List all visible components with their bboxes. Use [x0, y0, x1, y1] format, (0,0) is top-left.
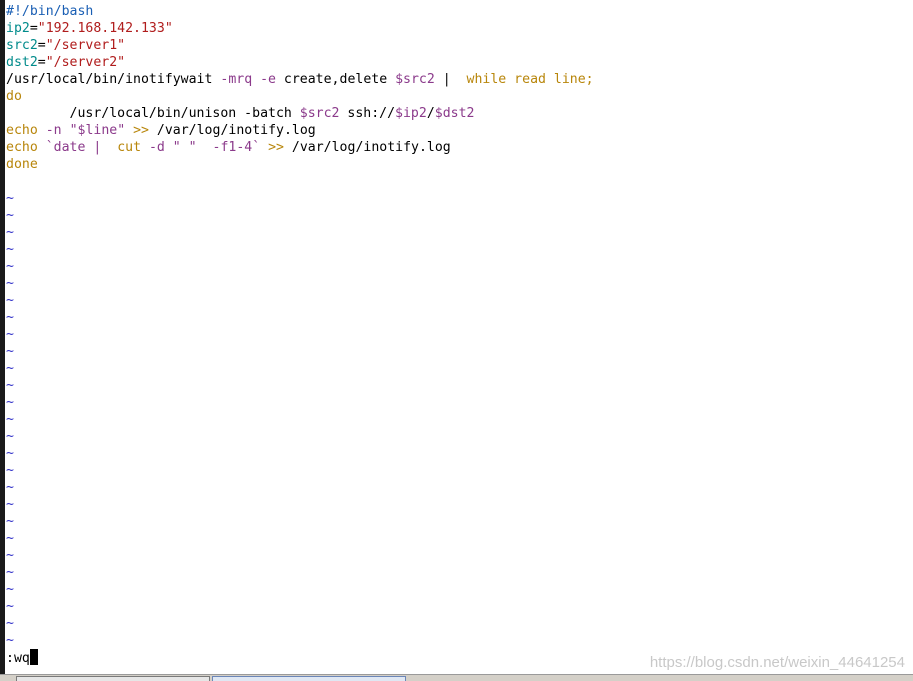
empty-line-marker: ~ [6, 378, 14, 393]
code-line: src2="/server1" [6, 37, 594, 54]
code-token: ip2 [6, 21, 30, 36]
code-token: do [6, 89, 22, 104]
code-token: dst2 [6, 55, 38, 70]
code-token: echo [6, 140, 38, 155]
code-line: ip2="192.168.142.133" [6, 20, 594, 37]
code-token: `date | [45, 140, 110, 155]
code-token: >> [133, 123, 149, 138]
code-token: cut [109, 140, 142, 155]
code-token: -d [148, 140, 165, 155]
empty-line-marker: ~ [6, 514, 14, 529]
code-token: $src2 [395, 72, 435, 87]
code-line: echo -n "$line" >> /var/log/inotify.log [6, 122, 594, 139]
empty-line-marker: ~ [6, 225, 14, 240]
code-line: /usr/local/bin/inotifywait -mrq -e creat… [6, 71, 594, 88]
code-line: dst2="/server2" [6, 54, 594, 71]
code-token: $ip2 [395, 106, 427, 121]
empty-line-marker: ~ [6, 599, 14, 614]
empty-line-marker: ~ [6, 276, 14, 291]
command-text: :wq [6, 651, 30, 666]
code-token: "$line" [69, 123, 126, 138]
code-token: "192.168.142.133" [37, 21, 173, 36]
empty-line-marker: ~ [6, 412, 14, 427]
code-token: /var/log/inotify.log [148, 123, 316, 138]
taskbar-button-1[interactable] [16, 676, 210, 681]
empty-line-marker: ~ [6, 293, 14, 308]
code-token: "/server1" [45, 38, 126, 53]
watermark: https://blog.csdn.net/weixin_44641254 [649, 654, 905, 671]
empty-line-marker: ~ [6, 310, 14, 325]
empty-line-marker: ~ [6, 548, 14, 563]
code-line: echo `date | cut -d " " -f1-4` >> /var/l… [6, 139, 594, 156]
code-token: done [6, 157, 38, 172]
empty-line-marker: ~ [6, 582, 14, 597]
code-line: #!/bin/bash [6, 3, 594, 20]
code-token: = [37, 38, 46, 53]
vim-command-line[interactable]: :wq [6, 649, 38, 667]
code-token: $dst2 [434, 106, 475, 121]
empty-line-marker: ~ [6, 327, 14, 342]
code-token: | [434, 72, 459, 87]
taskbar-button-2[interactable] [212, 676, 406, 681]
code-token: / [426, 106, 435, 121]
code-token: = [29, 21, 38, 36]
empty-line-marker: ~ [6, 446, 14, 461]
empty-line-marker: ~ [6, 344, 14, 359]
empty-line-marker: ~ [6, 531, 14, 546]
code-token: ssh:// [339, 106, 396, 121]
empty-line-marker: ~ [6, 633, 14, 648]
code-token: = [37, 55, 46, 70]
text-cursor [29, 649, 38, 665]
empty-line-marker: ~ [6, 242, 14, 257]
code-token: >> [268, 140, 284, 155]
window-left-border [0, 0, 5, 674]
code-token: #!/bin/bash [6, 4, 94, 19]
empty-line-marker: ~ [6, 480, 14, 495]
code-token: echo [6, 123, 38, 138]
code-token: /usr/local/bin/inotifywait [6, 72, 221, 87]
code-token: -n [45, 123, 62, 138]
code-token: -f1-4` [204, 140, 261, 155]
code-token: while read line; [458, 72, 594, 87]
empty-line-marker: ~ [6, 497, 14, 512]
empty-line-marker: ~ [6, 259, 14, 274]
code-token: -e [260, 72, 276, 87]
empty-line-marker: ~ [6, 395, 14, 410]
empty-line-marker: ~ [6, 429, 14, 444]
code-line: /usr/local/bin/unison -batch $src2 ssh:/… [6, 105, 594, 122]
empty-line-marker: ~ [6, 208, 14, 223]
empty-line-marker: ~ [6, 361, 14, 376]
taskbar [0, 674, 913, 681]
code-token: " " [164, 140, 205, 155]
empty-line-marker: ~ [6, 191, 14, 206]
empty-line-marker: ~ [6, 463, 14, 478]
vim-editor-buffer[interactable]: #!/bin/bash ip2="192.168.142.133" src2="/s… [6, 3, 594, 649]
code-token: -mrq [220, 72, 253, 87]
code-token: src2 [6, 38, 38, 53]
code-line: do [6, 88, 594, 105]
code-token: $src2 [299, 106, 340, 121]
code-token: "/server2" [45, 55, 126, 70]
empty-line-marker: ~ [6, 616, 14, 631]
code-line: done [6, 156, 594, 173]
empty-line-marker: ~ [6, 565, 14, 580]
code-token: /usr/local/bin/unison -batch [6, 106, 300, 121]
terminal-window: #!/bin/bash ip2="192.168.142.133" src2="/s… [0, 0, 913, 681]
code-token: /var/log/inotify.log [283, 140, 451, 155]
code-token: create,delete [275, 72, 396, 87]
